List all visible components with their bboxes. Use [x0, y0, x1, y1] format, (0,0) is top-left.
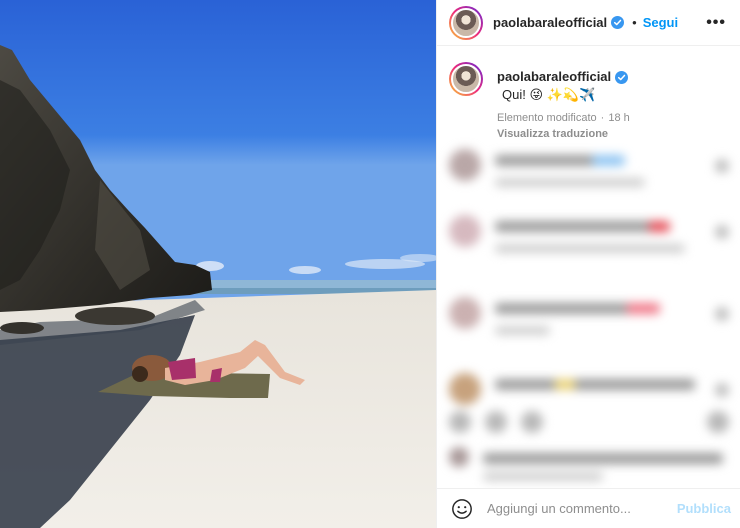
edited-label: Elemento modificato — [497, 112, 597, 124]
verified-badge-icon — [615, 70, 629, 84]
header-dot-separator: • — [632, 15, 637, 30]
meta-separator: · — [600, 112, 605, 124]
verified-badge-icon — [611, 16, 625, 29]
caption-text: Qui! 😜 ✨💫✈️ — [502, 87, 596, 102]
caption-body: paolabaraleofficial Qui! 😜 ✨💫✈️ Elemento… — [497, 62, 726, 140]
post-side-panel: paolabaraleofficial • Segui ••• paolabar… — [436, 0, 740, 528]
author-username[interactable]: paolabaraleofficial — [493, 15, 607, 30]
post-time[interactable]: 18 h — [608, 112, 629, 124]
caption-username[interactable]: paolabaraleofficial — [497, 68, 611, 86]
caption-line: paolabaraleofficial Qui! 😜 ✨💫✈️ — [497, 68, 726, 104]
publish-button[interactable]: Pubblica — [677, 501, 731, 516]
caption-author-avatar[interactable] — [449, 62, 483, 96]
comment-row — [449, 149, 729, 201]
more-options-icon[interactable]: ••• — [706, 14, 726, 31]
comment-row — [449, 215, 729, 267]
blurred-comments-area — [437, 135, 740, 500]
post-photo[interactable] — [0, 0, 436, 528]
post-header: paolabaraleofficial • Segui ••• — [437, 0, 740, 46]
comment-input[interactable] — [487, 501, 677, 516]
author-avatar[interactable] — [449, 5, 483, 40]
comment-row — [449, 373, 729, 405]
beach-photo-illustration — [0, 0, 436, 528]
emoji-smiley-icon[interactable] — [451, 498, 473, 520]
caption-meta: Elemento modificato · 18 h — [497, 112, 726, 124]
comment-row — [449, 297, 729, 349]
post-actions-row — [449, 411, 729, 433]
post-caption: paolabaraleofficial Qui! 😜 ✨💫✈️ Elemento… — [437, 46, 740, 140]
comment-bar: Pubblica — [437, 488, 740, 528]
follow-button[interactable]: Segui — [643, 15, 678, 30]
likes-row — [449, 447, 729, 487]
